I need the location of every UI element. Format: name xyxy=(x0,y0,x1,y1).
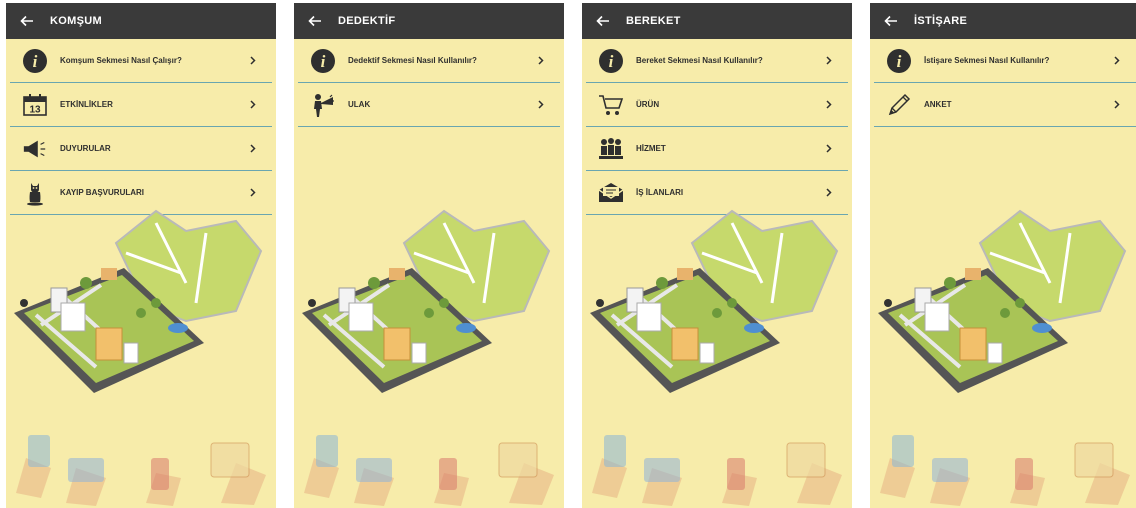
chevron-right-icon xyxy=(1112,100,1122,110)
chevron-right-icon xyxy=(824,100,834,110)
menu-list: i Dedektif Sekmesi Nasıl Kullanılır? ULA… xyxy=(294,39,564,127)
screen-dedektif: DEDEKTİF i Dedektif Sekmesi Nasıl Kullan… xyxy=(294,3,564,508)
chevron-right-icon xyxy=(536,56,546,66)
chevron-right-icon xyxy=(248,188,258,198)
menu-item-help[interactable]: i İstişare Sekmesi Nasıl Kullanılır? xyxy=(874,39,1136,83)
menu-item-label: Komşum Sekmesi Nasıl Çalışır? xyxy=(60,56,182,65)
envelope-icon xyxy=(598,180,624,206)
back-arrow-icon[interactable] xyxy=(306,12,324,30)
chevron-right-icon xyxy=(1112,56,1122,66)
menu-list: i Bereket Sekmesi Nasıl Kullanılır? ÜRÜN… xyxy=(582,39,852,215)
calendar-icon: 13 xyxy=(22,92,48,118)
chevron-right-icon xyxy=(824,56,834,66)
hands-illustration xyxy=(16,435,266,506)
calendar-day: 13 xyxy=(29,104,41,115)
messenger-icon xyxy=(310,92,336,118)
pencil-icon xyxy=(886,92,912,118)
menu-item-help[interactable]: i Komşum Sekmesi Nasıl Çalışır? xyxy=(10,39,272,83)
app-bar: İSTİŞARE xyxy=(870,3,1136,39)
menu-item-label: Dedektif Sekmesi Nasıl Kullanılır? xyxy=(348,56,477,65)
menu-item-label: KAYIP BAŞVURULARI xyxy=(60,188,145,197)
menu-item-label: İŞ İLANLARI xyxy=(636,188,684,197)
menu-item-label: ETKİNLİKLER xyxy=(60,100,113,109)
city-illustration xyxy=(302,209,554,506)
hands-illustration xyxy=(304,435,554,506)
screen-bereket: BEREKET i Bereket Sekmesi Nasıl Kullanıl… xyxy=(582,3,852,508)
menu-item-duyurular[interactable]: DUYURULAR xyxy=(10,127,272,171)
menu-item-anket[interactable]: ANKET xyxy=(874,83,1136,127)
info-icon: i xyxy=(886,48,912,74)
screen-title: KOMŞUM xyxy=(50,15,102,27)
people-icon xyxy=(598,136,624,162)
menu-item-label: ANKET xyxy=(924,100,952,109)
menu-item-label: İstişare Sekmesi Nasıl Kullanılır? xyxy=(924,56,1050,65)
chevron-right-icon xyxy=(248,56,258,66)
menu-item-ulak[interactable]: ULAK xyxy=(298,83,560,127)
svg-text:i: i xyxy=(609,52,614,71)
screen-title: BEREKET xyxy=(626,15,681,27)
screen-komsum: KOMŞUM i Komşum Sekmesi Nasıl Çalışır? 1… xyxy=(6,3,276,508)
app-bar: BEREKET xyxy=(582,3,852,39)
svg-text:i: i xyxy=(321,52,326,71)
menu-item-label: ULAK xyxy=(348,100,371,109)
screen-title: DEDEKTİF xyxy=(338,15,396,27)
info-icon: i xyxy=(598,48,624,74)
screen-istisare: İSTİŞARE i İstişare Sekmesi Nasıl Kullan… xyxy=(870,3,1136,508)
back-arrow-icon[interactable] xyxy=(18,12,36,30)
menu-item-label: ÜRÜN xyxy=(636,100,660,109)
cat-icon xyxy=(22,180,48,206)
menu-item-label: DUYURULAR xyxy=(60,144,111,153)
menu-item-help[interactable]: i Bereket Sekmesi Nasıl Kullanılır? xyxy=(586,39,848,83)
back-arrow-icon[interactable] xyxy=(594,12,612,30)
chevron-right-icon xyxy=(248,144,258,154)
city-illustration xyxy=(590,209,842,506)
chevron-right-icon xyxy=(248,100,258,110)
city-illustration xyxy=(14,209,266,506)
megaphone-icon xyxy=(22,136,48,162)
menu-item-hizmet[interactable]: HİZMET xyxy=(586,127,848,171)
hands-illustration xyxy=(880,435,1130,506)
app-bar: DEDEKTİF xyxy=(294,3,564,39)
screen-title: İSTİŞARE xyxy=(914,15,968,27)
menu-item-urun[interactable]: ÜRÜN xyxy=(586,83,848,127)
chevron-right-icon xyxy=(824,144,834,154)
back-arrow-icon[interactable] xyxy=(882,12,900,30)
chevron-right-icon xyxy=(536,100,546,110)
menu-list: i Komşum Sekmesi Nasıl Çalışır? 13 ETKİN… xyxy=(6,39,276,215)
menu-list: i İstişare Sekmesi Nasıl Kullanılır? ANK… xyxy=(870,39,1136,127)
menu-item-help[interactable]: i Dedektif Sekmesi Nasıl Kullanılır? xyxy=(298,39,560,83)
svg-text:i: i xyxy=(897,52,902,71)
menu-item-label: HİZMET xyxy=(636,144,666,153)
cart-icon xyxy=(598,92,624,118)
city-illustration xyxy=(878,209,1130,506)
info-icon: i xyxy=(22,48,48,74)
menu-item-label: Bereket Sekmesi Nasıl Kullanılır? xyxy=(636,56,763,65)
app-bar: KOMŞUM xyxy=(6,3,276,39)
menu-item-etkinlikler[interactable]: 13 ETKİNLİKLER xyxy=(10,83,272,127)
chevron-right-icon xyxy=(824,188,834,198)
hands-illustration xyxy=(592,435,842,506)
info-icon: i xyxy=(310,48,336,74)
svg-text:i: i xyxy=(33,52,38,71)
